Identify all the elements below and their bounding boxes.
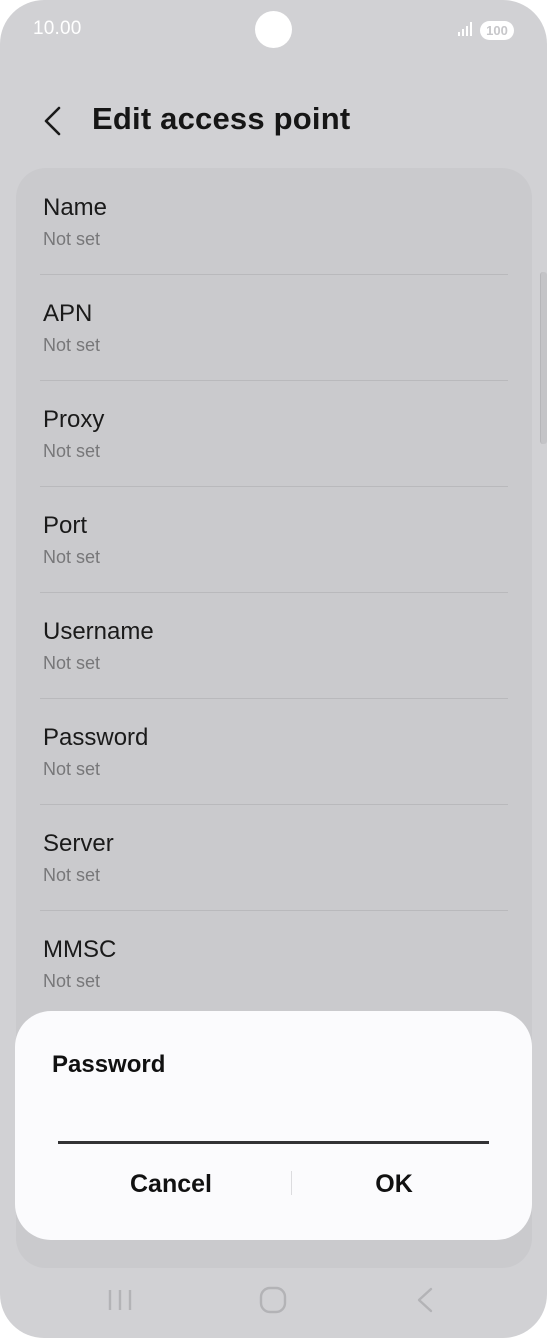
setting-value: Not set [43,229,101,249]
setting-value: Not set [43,653,101,673]
signal-bars-icon [458,22,472,36]
setting-label: Username [43,618,154,645]
battery-indicator: 100 [480,21,514,40]
back-icon[interactable] [414,1286,436,1314]
setting-value: Not set [43,865,101,885]
navigation-bar [0,1272,547,1332]
setting-item-apn[interactable]: APN Not set [16,274,532,380]
setting-label: Password [43,724,149,751]
chevron-left-icon[interactable] [38,102,72,140]
setting-value: Not set [43,335,101,355]
home-icon[interactable] [259,1286,287,1314]
page-title: Edit access point [92,101,351,136]
setting-item-port[interactable]: Port Not set [16,486,532,592]
setting-label: Name [43,194,108,221]
setting-value: Not set [43,547,101,567]
setting-item-name[interactable]: Name Not set [16,168,532,274]
battery-level: 100 [486,23,508,38]
dialog-title: Password [52,1051,166,1078]
setting-item-username[interactable]: Username Not set [16,592,532,698]
app-bar: Edit access point [0,90,547,152]
button-divider [291,1171,292,1195]
setting-item-server[interactable]: Server Not set [16,804,532,910]
setting-label: Server [43,830,114,857]
setting-value: Not set [43,759,101,779]
scrollbar-thumb[interactable] [540,272,547,444]
setting-label: APN [43,300,93,327]
password-input[interactable] [58,1093,489,1144]
setting-item-mmsc[interactable]: MMSC Not set [16,910,532,1016]
status-time: 10.00 [33,18,82,39]
setting-item-password[interactable]: Password Not set [16,698,532,804]
ok-button[interactable]: OK [303,1161,485,1207]
setting-label: MMSC [43,936,117,963]
setting-item-proxy[interactable]: Proxy Not set [16,380,532,486]
recent-apps-icon[interactable] [107,1288,133,1312]
setting-label: Proxy [43,406,105,433]
setting-value: Not set [43,971,101,991]
status-bar: 10.00 100 [0,0,547,60]
front-camera-cutout [255,11,292,48]
phone-screen: 10.00 100 Edit access point Name Not set… [0,0,547,1338]
setting-label: Port [43,512,88,539]
password-dialog: Password Cancel OK [15,1011,532,1240]
setting-value: Not set [43,441,101,461]
cancel-button[interactable]: Cancel [73,1161,269,1207]
